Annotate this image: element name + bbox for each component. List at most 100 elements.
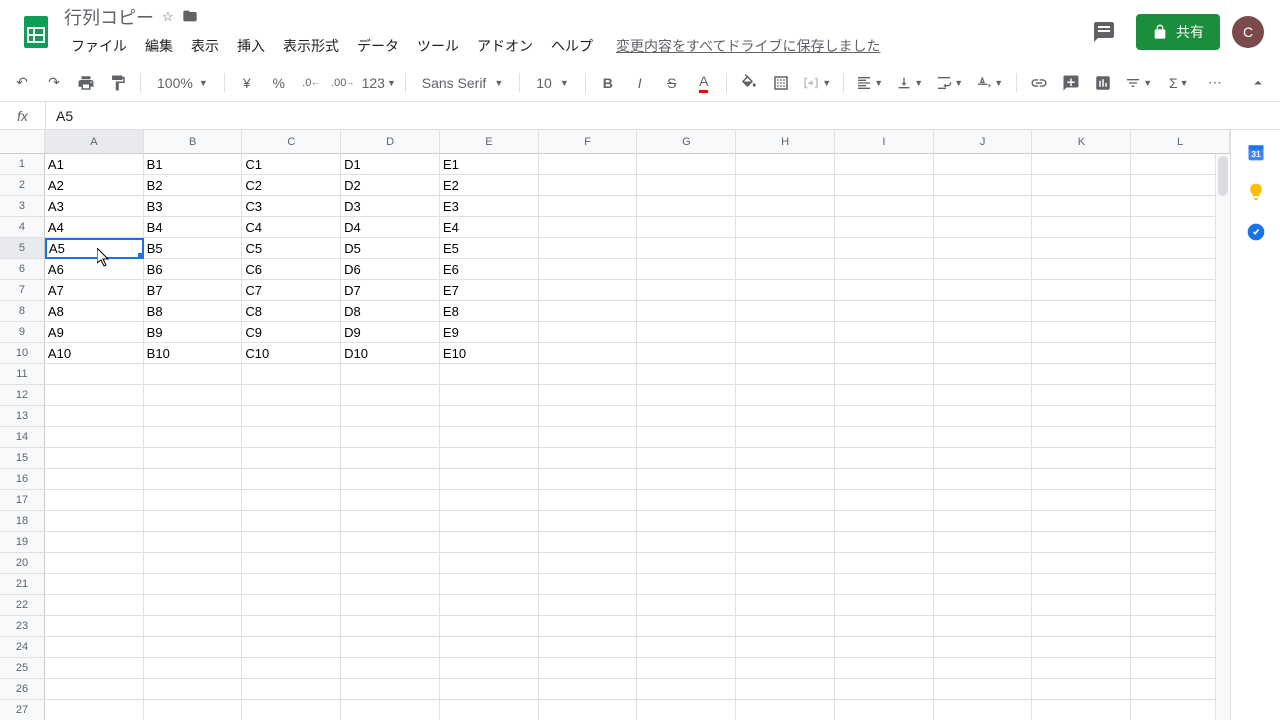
menu-view[interactable]: 表示: [184, 32, 226, 60]
cell[interactable]: [440, 616, 539, 637]
cell[interactable]: [45, 385, 144, 406]
cell[interactable]: [835, 301, 934, 322]
cell[interactable]: [736, 448, 835, 469]
cell[interactable]: [539, 259, 638, 280]
cell[interactable]: [539, 532, 638, 553]
cell[interactable]: [440, 427, 539, 448]
cell[interactable]: [637, 385, 736, 406]
cell[interactable]: [835, 259, 934, 280]
cell[interactable]: [440, 595, 539, 616]
cell[interactable]: [539, 364, 638, 385]
row-header[interactable]: 14: [0, 427, 45, 448]
cell[interactable]: [341, 385, 440, 406]
cell[interactable]: [637, 637, 736, 658]
cell[interactable]: [637, 532, 736, 553]
cell[interactable]: [934, 637, 1033, 658]
cell[interactable]: [934, 385, 1033, 406]
cell[interactable]: [539, 385, 638, 406]
cell[interactable]: [1032, 343, 1131, 364]
row-header[interactable]: 6: [0, 259, 45, 280]
cell[interactable]: [144, 637, 243, 658]
cell[interactable]: [539, 406, 638, 427]
cell[interactable]: B3: [144, 196, 243, 217]
cell[interactable]: [144, 364, 243, 385]
cell[interactable]: C2: [242, 175, 341, 196]
cell[interactable]: [341, 637, 440, 658]
cell[interactable]: E3: [440, 196, 539, 217]
cell[interactable]: A2: [45, 175, 144, 196]
cell[interactable]: [45, 658, 144, 679]
cell[interactable]: [440, 574, 539, 595]
cell[interactable]: [835, 196, 934, 217]
cell[interactable]: A10: [45, 343, 144, 364]
cell[interactable]: [1032, 490, 1131, 511]
tasks-icon[interactable]: [1246, 222, 1266, 242]
column-header[interactable]: G: [637, 130, 736, 154]
cell[interactable]: [835, 616, 934, 637]
cell[interactable]: [637, 469, 736, 490]
cell[interactable]: [835, 175, 934, 196]
cell[interactable]: [1032, 154, 1131, 175]
cell[interactable]: [242, 700, 341, 720]
insert-link-button[interactable]: [1025, 69, 1053, 97]
cell[interactable]: [934, 364, 1033, 385]
cell[interactable]: [934, 679, 1033, 700]
cell[interactable]: [539, 280, 638, 301]
cell[interactable]: [341, 658, 440, 679]
cell[interactable]: E9: [440, 322, 539, 343]
cell[interactable]: [934, 427, 1033, 448]
cell[interactable]: [835, 574, 934, 595]
cell[interactable]: [341, 364, 440, 385]
row-header[interactable]: 11: [0, 364, 45, 385]
cell[interactable]: [1032, 448, 1131, 469]
menu-edit[interactable]: 編集: [138, 32, 180, 60]
cell[interactable]: [637, 238, 736, 259]
cell[interactable]: D10: [341, 343, 440, 364]
cell[interactable]: [539, 322, 638, 343]
font-size-select[interactable]: 10▼: [528, 75, 577, 91]
cell[interactable]: D9: [341, 322, 440, 343]
cell[interactable]: [440, 637, 539, 658]
move-folder-icon[interactable]: [182, 8, 198, 27]
cell[interactable]: B5: [144, 238, 243, 259]
cell[interactable]: A4: [45, 217, 144, 238]
cell[interactable]: D7: [341, 280, 440, 301]
cell[interactable]: B9: [144, 322, 243, 343]
cell[interactable]: [835, 658, 934, 679]
cell[interactable]: [440, 553, 539, 574]
cell[interactable]: [637, 679, 736, 700]
cell[interactable]: [539, 490, 638, 511]
cell[interactable]: D1: [341, 154, 440, 175]
cell[interactable]: [539, 427, 638, 448]
cell[interactable]: [539, 343, 638, 364]
cell[interactable]: [736, 364, 835, 385]
cell[interactable]: [736, 679, 835, 700]
cell[interactable]: [934, 175, 1033, 196]
cell[interactable]: [144, 595, 243, 616]
column-header[interactable]: J: [934, 130, 1033, 154]
cell[interactable]: [144, 448, 243, 469]
formula-input[interactable]: [46, 102, 1280, 129]
cell[interactable]: [45, 406, 144, 427]
cell[interactable]: [637, 217, 736, 238]
cell[interactable]: [736, 700, 835, 720]
cell[interactable]: [242, 532, 341, 553]
cell[interactable]: [637, 490, 736, 511]
cell[interactable]: [45, 574, 144, 595]
cell[interactable]: [440, 511, 539, 532]
row-header[interactable]: 7: [0, 280, 45, 301]
cell[interactable]: [144, 406, 243, 427]
cell[interactable]: [144, 553, 243, 574]
redo-button[interactable]: ↷: [40, 69, 68, 97]
cell[interactable]: [934, 511, 1033, 532]
cell[interactable]: [637, 658, 736, 679]
cell[interactable]: [440, 490, 539, 511]
cell[interactable]: A3: [45, 196, 144, 217]
cell[interactable]: [341, 574, 440, 595]
cell[interactable]: [637, 280, 736, 301]
cell[interactable]: C5: [242, 238, 341, 259]
cell[interactable]: [637, 364, 736, 385]
cell[interactable]: [242, 469, 341, 490]
cell[interactable]: [637, 175, 736, 196]
row-header[interactable]: 18: [0, 511, 45, 532]
